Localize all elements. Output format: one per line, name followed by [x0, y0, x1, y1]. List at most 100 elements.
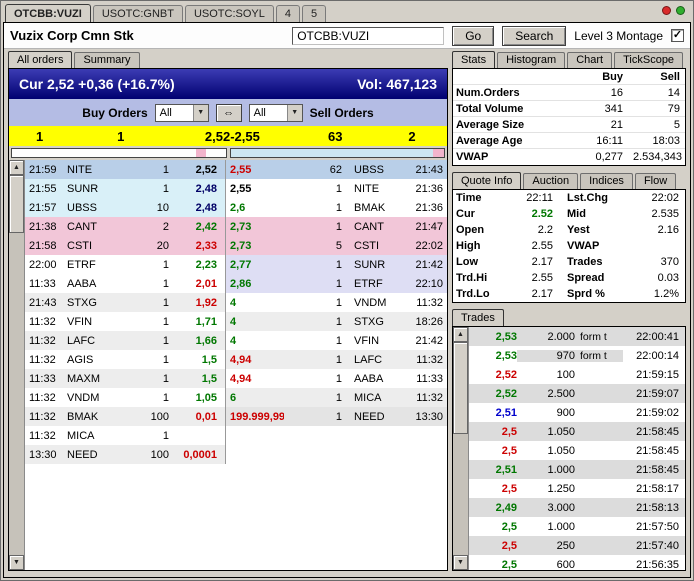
stats-tab-tickscope[interactable]: TickScope: [614, 52, 684, 68]
order-row-0[interactable]: 21:59 NITE 1 2,52 2,55 62 UBSS 21:43: [25, 160, 447, 179]
buy-filter-select[interactable]: All ▼: [154, 103, 209, 122]
buy-depth-bar: [11, 148, 227, 158]
ask-size: 1: [335, 410, 342, 423]
stats-sell-value: 79: [667, 102, 680, 115]
stats-row-2: Average Size 21 5: [453, 117, 685, 133]
bid-side: 11:32 BMAK 100 0,01: [25, 407, 225, 426]
quote-label: Trd.Hi: [456, 272, 488, 284]
trade-row-7[interactable]: 2,51 1.000 21:58:45: [469, 460, 685, 479]
order-row-8[interactable]: 11:32 VFIN 1 1,71 4 1 STXG 18:26: [25, 312, 447, 331]
trade-row-3[interactable]: 2,52 2.500 21:59:07: [469, 384, 685, 403]
quote-row-6: Trd.Lo 2.17 Sprd % 1.2%: [453, 286, 685, 302]
quote-tab-indices[interactable]: Indices: [580, 173, 633, 189]
trade-row-2[interactable]: 2,52 100 21:59:15: [469, 365, 685, 384]
trades-scrollbar-track[interactable]: [453, 434, 468, 555]
order-row-1[interactable]: 21:55 SUNR 1 2,48 2,55 1 NITE 21:36: [25, 179, 447, 198]
stats-row-4: VWAP 0,277 2.534,343: [453, 149, 685, 165]
window-tab-otcbb-vuzi[interactable]: OTCBB:VUZI: [5, 4, 91, 22]
trade-row-1[interactable]: 2,53 970 form t 22:00:14: [469, 346, 685, 365]
window-tab-usotc-gnbt[interactable]: USOTC:GNBT: [92, 5, 183, 22]
chevron-down-icon: ▼: [192, 104, 208, 121]
trades-scrollbar[interactable]: ▲ ▼: [453, 327, 469, 570]
order-row-9[interactable]: 11:32 LAFC 1 1,66 4 1 VFIN 21:42: [25, 331, 447, 350]
orderbook-scrollbar[interactable]: ▲ ▼: [9, 160, 25, 570]
montage-tab-summary[interactable]: Summary: [74, 52, 140, 68]
order-row-12[interactable]: 11:32 VNDM 1 1,05 6 1 MICA 11:32: [25, 388, 447, 407]
bid-price: 2,52: [195, 163, 217, 176]
symbol-input[interactable]: OTCBB:VUZI: [292, 26, 445, 45]
window-tab-usotc-soyl[interactable]: USOTC:SOYL: [184, 5, 274, 22]
order-row-5[interactable]: 22:00 ETRF 1 2,23 2,77 1 SUNR 21:42: [25, 255, 447, 274]
trade-row-0[interactable]: 2,53 2.000 form t 22:00:41: [469, 327, 685, 346]
bid-side: 11:33 AABA 1 2,01: [25, 274, 225, 293]
quote-table: Time 22:11 Lst.Chg 22:02 Cur 2.52 Mid 2.535 Open…: [452, 189, 686, 303]
trade-time: 21:58:45: [636, 425, 679, 438]
quote-value: 2.535: [651, 208, 679, 220]
order-row-15[interactable]: 13:30 NEED 100 0,0001: [25, 445, 447, 464]
scroll-up-icon[interactable]: ▲: [9, 160, 24, 175]
level3-montage-label: Level 3 Montage: [574, 28, 663, 43]
bid-mmid: NEED: [67, 448, 98, 461]
trade-quantity: 600: [556, 558, 575, 571]
go-button[interactable]: Go: [452, 25, 495, 46]
content-area: Vuzix Corp Cmn Stk OTCBB:VUZI Go Search …: [3, 22, 691, 578]
stats-tab-stats[interactable]: Stats: [452, 51, 496, 68]
trades-scrollbar-thumb[interactable]: [453, 342, 468, 434]
search-button[interactable]: Search: [502, 25, 567, 46]
quote-tab-flow[interactable]: Flow: [634, 173, 677, 189]
bid-size: 100: [150, 448, 169, 461]
trade-row-10[interactable]: 2,5 1.000 21:57:50: [469, 517, 685, 536]
order-row-14[interactable]: 11:32 MICA 1: [25, 426, 447, 445]
trade-qty-group: 2.000 form t: [517, 331, 623, 343]
trade-row-9[interactable]: 2,49 3.000 21:58:13: [469, 498, 685, 517]
window-tab-4[interactable]: 4: [275, 5, 300, 22]
scroll-down-icon[interactable]: ▼: [9, 555, 24, 570]
bid-mmid: SUNR: [67, 182, 99, 195]
quote-tab-quote-info[interactable]: Quote Info: [452, 172, 522, 189]
level3-montage-checkbox[interactable]: ✓: [671, 29, 684, 42]
stats-buy-value: 16:11: [596, 134, 623, 147]
stats-label: Average Age: [456, 134, 523, 147]
trade-row-12[interactable]: 2,5 600 21:56:35: [469, 555, 685, 570]
trade-row-4[interactable]: 2,51 900 21:59:02: [469, 403, 685, 422]
ask-mmid: UBSS: [354, 163, 384, 176]
sell-filter-select[interactable]: All ▼: [248, 103, 303, 122]
order-row-11[interactable]: 11:33 MAXM 1 1,5 4,94 1 AABA 11:33: [25, 369, 447, 388]
window-tab-5[interactable]: 5: [301, 5, 327, 22]
ask-time: 22:02: [415, 239, 443, 252]
order-row-2[interactable]: 21:57 UBSS 10 2,48 2,6 1 BMAK 21:36: [25, 198, 447, 217]
stats-tab-histogram[interactable]: Histogram: [497, 52, 566, 68]
orderbook-scrollbar-track[interactable]: [9, 233, 24, 555]
trade-row-11[interactable]: 2,5 250 21:57:40: [469, 536, 685, 555]
bid-size: 1: [162, 391, 169, 404]
order-row-10[interactable]: 11:32 AGIS 1 1,5 4,94 1 LAFC 11:32: [25, 350, 447, 369]
ask-mmid: NEED: [354, 410, 385, 423]
bid-size: 2: [162, 220, 169, 233]
order-row-13[interactable]: 11:32 BMAK 100 0,01 199.999,99 1 NEED 13:30: [25, 407, 447, 426]
trade-row-8[interactable]: 2,5 1.250 21:58:17: [469, 479, 685, 498]
order-row-3[interactable]: 21:38 CANT 2 2,42 2,73 1 CANT 21:47: [25, 217, 447, 236]
trade-quantity: 970: [556, 349, 575, 362]
trades-tab-trades[interactable]: Trades: [452, 309, 504, 326]
bid-mmid: CSTI: [67, 239, 93, 252]
bid-side: 11:32 MICA 1: [25, 426, 225, 445]
trade-row-6[interactable]: 2,5 1.050 21:58:45: [469, 441, 685, 460]
trade-row-5[interactable]: 2,5 1.050 21:58:45: [469, 422, 685, 441]
orderbook-scrollbar-thumb[interactable]: [9, 175, 24, 233]
trade-time: 21:58:17: [636, 482, 679, 495]
order-row-6[interactable]: 11:33 AABA 1 2,01 2,86 1 ETRF 22:10: [25, 274, 447, 293]
ask-side: 2,55 1 NITE 21:36: [225, 179, 447, 198]
bid-size: 1: [162, 296, 169, 309]
order-row-7[interactable]: 21:43 STXG 1 1,92 4 1 VNDM 11:32: [25, 293, 447, 312]
scroll-up-icon[interactable]: ▲: [453, 327, 468, 342]
bid-price: 2,42: [195, 220, 217, 233]
ask-mmid: ETRF: [354, 277, 383, 290]
quote-tab-auction[interactable]: Auction: [523, 173, 579, 189]
scroll-down-icon[interactable]: ▼: [453, 555, 468, 570]
stats-tab-chart[interactable]: Chart: [567, 52, 613, 68]
montage-tab-all-orders[interactable]: All orders: [8, 51, 73, 68]
order-row-4[interactable]: 21:58 CSTI 20 2,33 2,73 5 CSTI 22:02: [25, 236, 447, 255]
trade-price: 2,5: [501, 558, 517, 571]
link-filters-button[interactable]: ⇔: [215, 103, 242, 122]
depth-segment: [230, 149, 434, 157]
